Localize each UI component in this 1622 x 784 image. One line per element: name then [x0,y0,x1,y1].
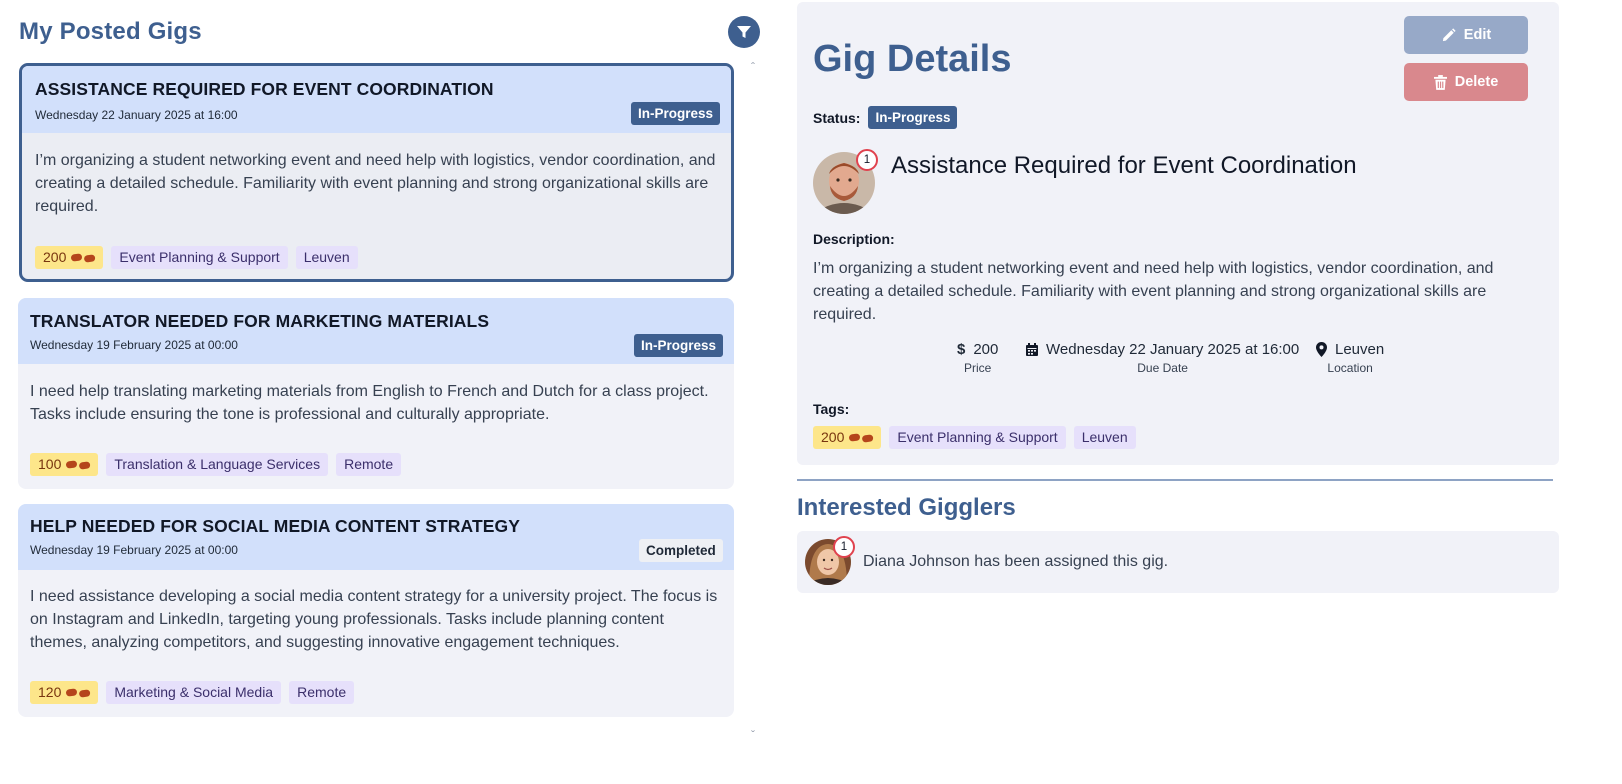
scroll-down-arrow[interactable]: ˇ [747,729,759,741]
price-value: 200 [821,429,845,445]
edit-button[interactable]: Edit [1404,16,1528,54]
gig-card-header: ASSISTANCE REQUIRED FOR EVENT COORDINATI… [22,66,731,133]
coin-icon [70,253,96,263]
price-tag: 200 [813,426,882,449]
price-value: 200 [973,341,999,358]
coin-icon [65,460,91,470]
category-tag: Marketing & Social Media [106,681,282,704]
price-value: 120 [38,684,62,700]
price-meta: $ 200 Price [957,341,998,375]
price-value: 200 [43,249,67,265]
trash-icon [1433,74,1447,90]
coin-icon [848,433,874,443]
location-tag: Remote [336,453,402,476]
gig-card-header: HELP NEEDED FOR SOCIAL MEDIA CONTENT STR… [18,504,734,570]
due-date-label: Due Date [1137,361,1188,375]
section-divider [797,479,1553,481]
gig-tags: 200 Event Planning & Support Leuven [813,426,1136,449]
gig-tags: 100 Translation & Language Services Remo… [30,453,402,476]
posted-gigs-panel: My Posted Gigs ˆ ASSISTANCE REQUIRED FOR… [18,0,788,784]
gig-title: TRANSLATOR NEEDED FOR MARKETING MATERIAL… [30,311,490,331]
gig-details-panel: Gig Details Edit Delete Status: In-Progr… [797,2,1559,465]
gig-card[interactable]: ASSISTANCE REQUIRED FOR EVENT COORDINATI… [19,63,734,282]
gig-heading: Assistance Required for Event Coordinati… [891,152,1357,179]
description-label: Description: [813,231,895,247]
coin-icon [65,688,91,698]
giggler-row[interactable]: 1 Diana Johnson has been assigned this g… [797,531,1559,593]
delete-label: Delete [1454,74,1499,90]
location-tag: Leuven [295,246,358,269]
pencil-icon [1442,27,1456,41]
status-badge: In-Progress [631,102,721,125]
gig-tags: 200 Event Planning & Support Leuven [35,246,358,269]
tags-label: Tags: [813,401,850,417]
panel-title: My Posted Gigs [19,18,202,45]
gig-date: Wednesday 19 February 2025 at 00:00 [30,543,238,557]
price-label: Price [964,361,992,375]
status-badge: In-Progress [868,106,958,129]
category-tag: Translation & Language Services [106,453,329,476]
scroll-up-arrow[interactable]: ˆ [747,61,759,73]
location-tag: Leuven [1073,426,1136,449]
category-tag: Event Planning & Support [889,426,1066,449]
gig-description: I’m organizing a student networking even… [813,260,1494,323]
gig-card[interactable]: HELP NEEDED FOR SOCIAL MEDIA CONTENT STR… [18,504,734,717]
due-date-meta: Wednesday 22 January 2025 at 16:00 Due D… [1026,341,1299,375]
gig-card[interactable]: TRANSLATOR NEEDED FOR MARKETING MATERIAL… [18,298,734,489]
location-tag: Remote [289,681,355,704]
notification-badge: 1 [833,536,855,558]
status-badge: Completed [639,539,723,562]
interested-gigglers-title: Interested Gigglers [797,494,1016,521]
status-label: Status: [813,109,861,126]
price-tag: 120 [30,681,99,704]
gig-description: I need help translating marketing materi… [30,383,709,423]
price-tag: 100 [30,453,99,476]
gig-description: I need assistance developing a social me… [30,588,718,651]
gig-date: Wednesday 19 February 2025 at 00:00 [30,338,238,352]
dollar-icon: $ [957,341,966,358]
gig-card-header: TRANSLATOR NEEDED FOR MARKETING MATERIAL… [18,298,734,364]
category-tag: Event Planning & Support [111,246,288,269]
calendar-icon [1026,343,1038,356]
map-pin-icon [1316,342,1327,357]
details-title: Gig Details [813,38,1012,80]
location-label: Location [1327,361,1373,375]
gig-date: Wednesday 22 January 2025 at 16:00 [35,108,238,122]
filter-button[interactable] [728,16,760,48]
location-value: Leuven [1335,341,1385,358]
filter-icon [737,26,751,38]
status-row: Status: In-Progress [813,106,958,129]
gig-title: HELP NEEDED FOR SOCIAL MEDIA CONTENT STR… [30,516,520,536]
price-tag: 200 [35,246,104,269]
price-value: 100 [38,456,62,472]
delete-button[interactable]: Delete [1404,63,1528,101]
status-badge: In-Progress [634,334,724,357]
gig-title: ASSISTANCE REQUIRED FOR EVENT COORDINATI… [35,79,494,99]
due-date-value: Wednesday 22 January 2025 at 16:00 [1046,341,1300,358]
assigned-text: Diana Johnson has been assigned this gig… [863,553,1169,570]
location-meta: Leuven Location [1316,341,1384,375]
gig-description: I’m organizing a student networking even… [35,152,716,215]
notification-badge: 1 [856,149,878,171]
gig-tags: 120 Marketing & Social Media Remote [30,681,355,704]
edit-label: Edit [1463,27,1492,43]
